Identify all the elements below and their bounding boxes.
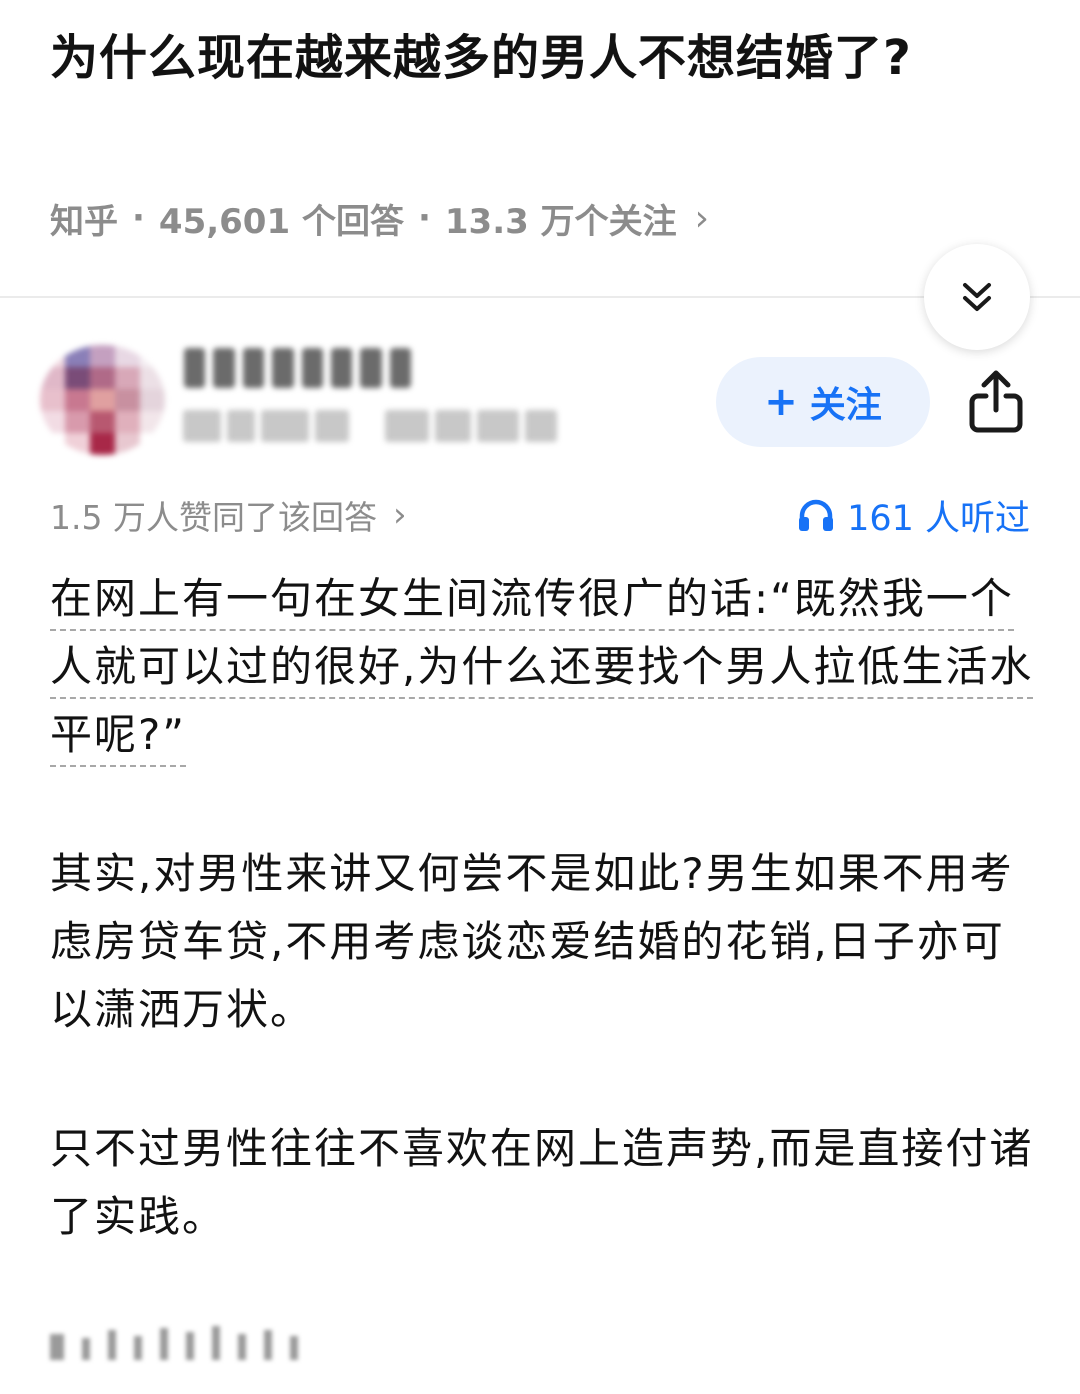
collapse-button[interactable] — [924, 244, 1030, 350]
follow-label: 关注 — [809, 385, 882, 426]
answer-page: 为什么现在越来越多的男人不想结婚了? 知乎 · 45,601 个回答 · 13.… — [0, 0, 1080, 1394]
double-chevron-down-icon — [963, 283, 991, 311]
question-title[interactable]: 为什么现在越来越多的男人不想结婚了? — [50, 20, 990, 96]
meta-separator: · — [132, 198, 145, 238]
likes-text: 1.5 万人赞同了该回答 — [50, 498, 377, 537]
footer-redacted — [50, 1325, 365, 1360]
author-bio-redacted — [180, 410, 560, 442]
avatar[interactable] — [40, 345, 165, 455]
meta-separator: · — [417, 198, 431, 238]
answer-count: 45,601 个回答 — [158, 201, 404, 242]
quote-text[interactable]: 在网上有一句在女生间流传很广的话:“既然我一个人就可以过的很好,为什么还要找个男… — [50, 574, 1034, 767]
listen-button[interactable]: 161 人听过 — [797, 490, 1030, 540]
follower-count: 13.3 万个关注 — [444, 201, 677, 242]
answer-paragraph: 在网上有一句在女生间流传很广的话:“既然我一个人就可以过的很好,为什么还要找个男… — [50, 565, 1035, 769]
divider — [0, 296, 1080, 298]
plus-icon: + — [764, 379, 798, 425]
answer-paragraph: 其实,对男性来讲又何尝不是如此?男生如果不用考虑房贷车贷,不用考虑谈恋爱结婚的花… — [50, 849, 1014, 1034]
source-label: 知乎 — [50, 201, 118, 242]
answer-paragraph: 只不过男性往往不喜欢在网上造声势,而是直接付诸了实践。 — [50, 1124, 1034, 1241]
follow-button[interactable]: + 关注 — [716, 357, 930, 447]
share-icon — [969, 370, 1023, 433]
headphones-icon — [799, 499, 834, 531]
chevron-right-icon: › — [694, 197, 710, 239]
likes-summary[interactable]: 1.5 万人赞同了该回答 › — [50, 490, 407, 540]
author-name-redacted — [180, 348, 415, 388]
share-button[interactable] — [966, 366, 1026, 436]
listened-count: 161 人听过 — [847, 498, 1030, 539]
question-meta[interactable]: 知乎 · 45,601 个回答 · 13.3 万个关注 › — [50, 190, 709, 246]
chevron-right-icon: › — [392, 495, 407, 535]
